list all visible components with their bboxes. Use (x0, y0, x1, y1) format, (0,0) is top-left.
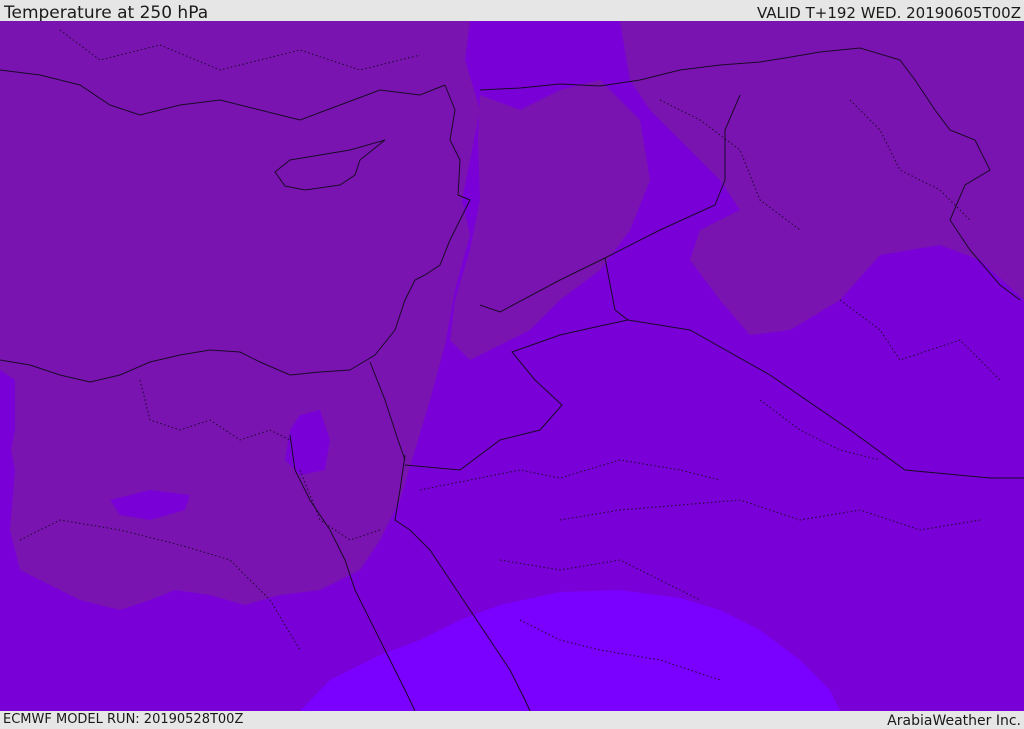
footer-bar: ECMWF MODEL RUN: 20190528T00Z ArabiaWeat… (0, 711, 1024, 729)
header-bar: Temperature at 250 hPa VALID T+192 WED. … (0, 0, 1024, 23)
model-run: ECMWF MODEL RUN: 20190528T00Z (3, 712, 244, 727)
map-title: Temperature at 250 hPa (4, 3, 209, 23)
valid-time: VALID T+192 WED. 20190605T00Z (756, 4, 1021, 22)
weather-map[interactable] (0, 21, 1024, 711)
credit: ArabiaWeather Inc. (887, 713, 1021, 729)
